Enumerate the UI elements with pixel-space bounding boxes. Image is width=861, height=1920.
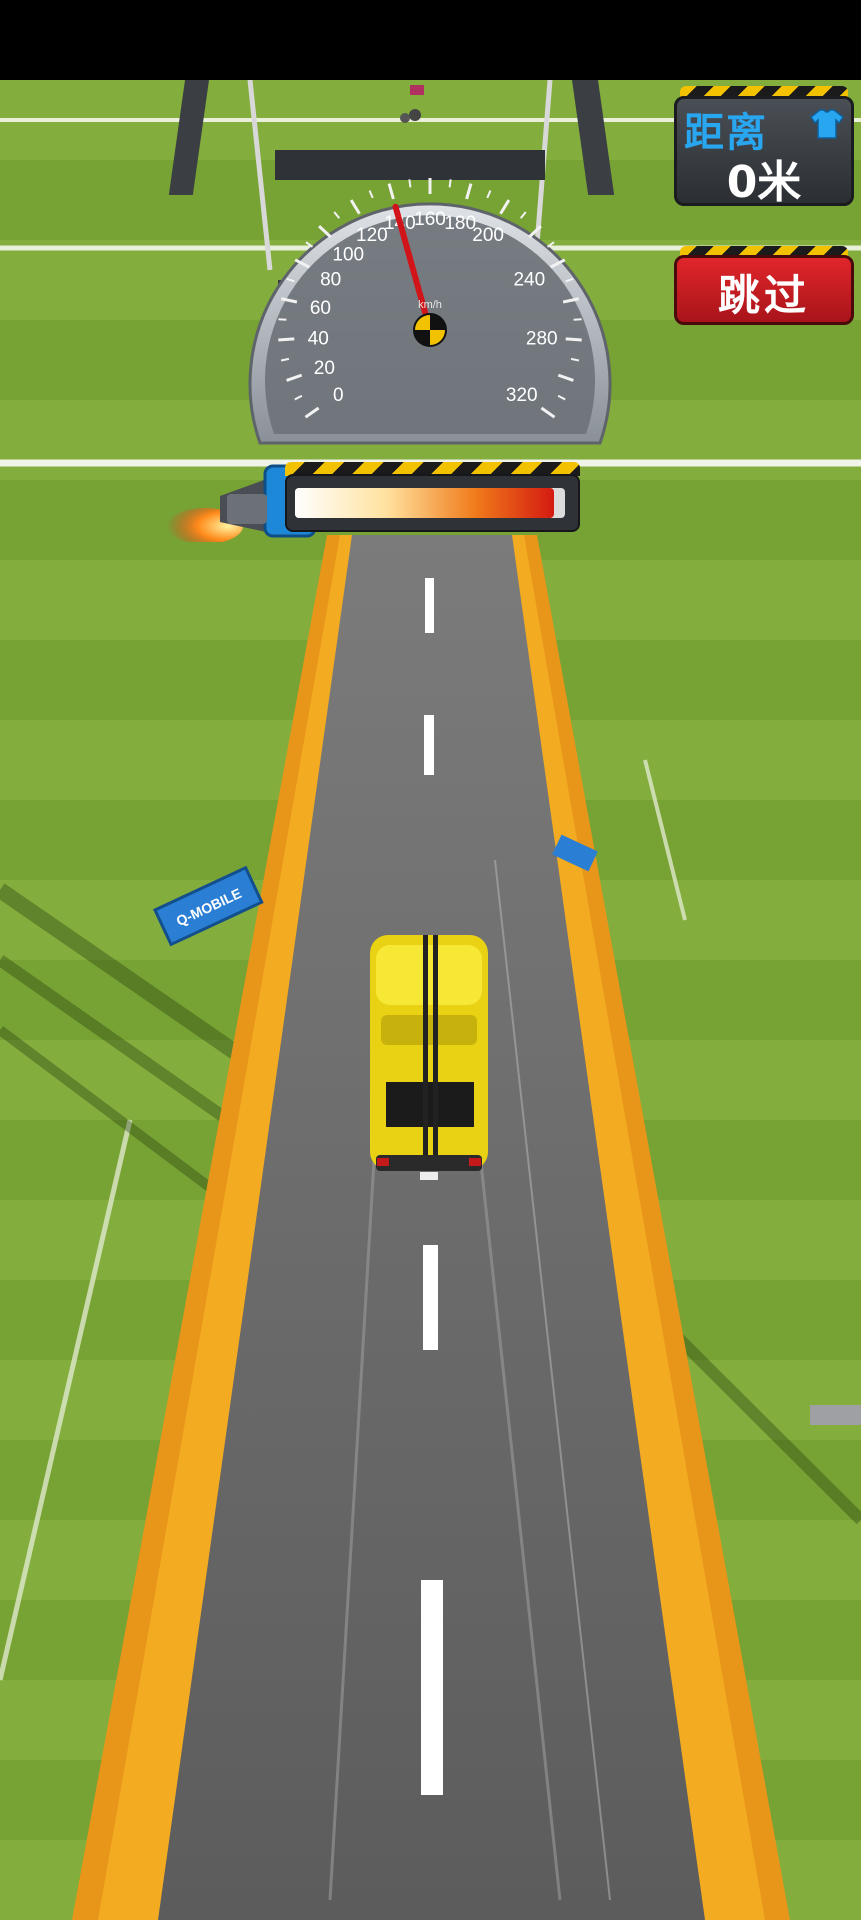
boost-bar-frame bbox=[285, 462, 580, 542]
gauge-label-280: 280 bbox=[526, 328, 558, 349]
needle-hub-icon bbox=[413, 313, 447, 347]
lane-dash bbox=[425, 578, 434, 633]
skip-button[interactable]: 跳过 bbox=[674, 246, 854, 328]
gauge-label-20: 20 bbox=[314, 358, 335, 379]
gauge-tick bbox=[528, 224, 542, 239]
gauge-label-100: 100 bbox=[332, 244, 364, 265]
gauge-tick bbox=[486, 190, 492, 199]
lane-dash bbox=[424, 715, 434, 775]
gauge-label-160: 160 bbox=[414, 209, 446, 230]
gauge-tick bbox=[408, 179, 412, 188]
gauge-label-80: 80 bbox=[320, 269, 341, 290]
shirt-icon bbox=[810, 109, 844, 139]
gauge-label-200: 200 bbox=[472, 225, 504, 246]
distance-panel: 距离 0米 bbox=[674, 86, 854, 216]
gauge-tick bbox=[305, 241, 314, 248]
gauge-tick bbox=[368, 190, 374, 199]
gauge-label-40: 40 bbox=[308, 328, 329, 349]
gauge-tick bbox=[519, 211, 527, 219]
gauge-label-60: 60 bbox=[310, 298, 331, 319]
gauge-tick bbox=[465, 183, 473, 200]
gauge-label-320: 320 bbox=[506, 385, 538, 406]
gauge-tick bbox=[278, 318, 287, 321]
boost-meter bbox=[165, 456, 585, 544]
gauge-tick bbox=[448, 179, 452, 188]
gauge-label-0: 0 bbox=[333, 385, 344, 406]
yellow-muscle-car bbox=[370, 935, 488, 1180]
gauge-label-180: 180 bbox=[444, 213, 476, 234]
speedometer-gauge: 020406080100120140160180200240280320 km/… bbox=[248, 178, 612, 445]
speed-unit: km/h bbox=[418, 299, 442, 311]
lane-dash bbox=[421, 1580, 443, 1795]
lane-dash bbox=[423, 1245, 438, 1350]
gauge-tick bbox=[333, 211, 341, 219]
gauge-tick bbox=[349, 199, 361, 215]
skip-button-label: 跳过 bbox=[717, 271, 810, 320]
gauge-tick bbox=[546, 241, 555, 248]
gauge-tick bbox=[499, 199, 511, 215]
gauge-tick bbox=[278, 337, 295, 342]
scene-post bbox=[810, 1405, 861, 1425]
boost-bar-fill bbox=[295, 488, 555, 518]
gauge-label-240: 240 bbox=[513, 269, 545, 290]
gauge-tick bbox=[573, 318, 582, 321]
distance-value: 0米 bbox=[726, 157, 802, 208]
gauge-tick bbox=[387, 183, 395, 200]
gauge-tick bbox=[565, 337, 582, 342]
gauge-tick bbox=[318, 224, 332, 239]
status-bar bbox=[0, 0, 861, 80]
